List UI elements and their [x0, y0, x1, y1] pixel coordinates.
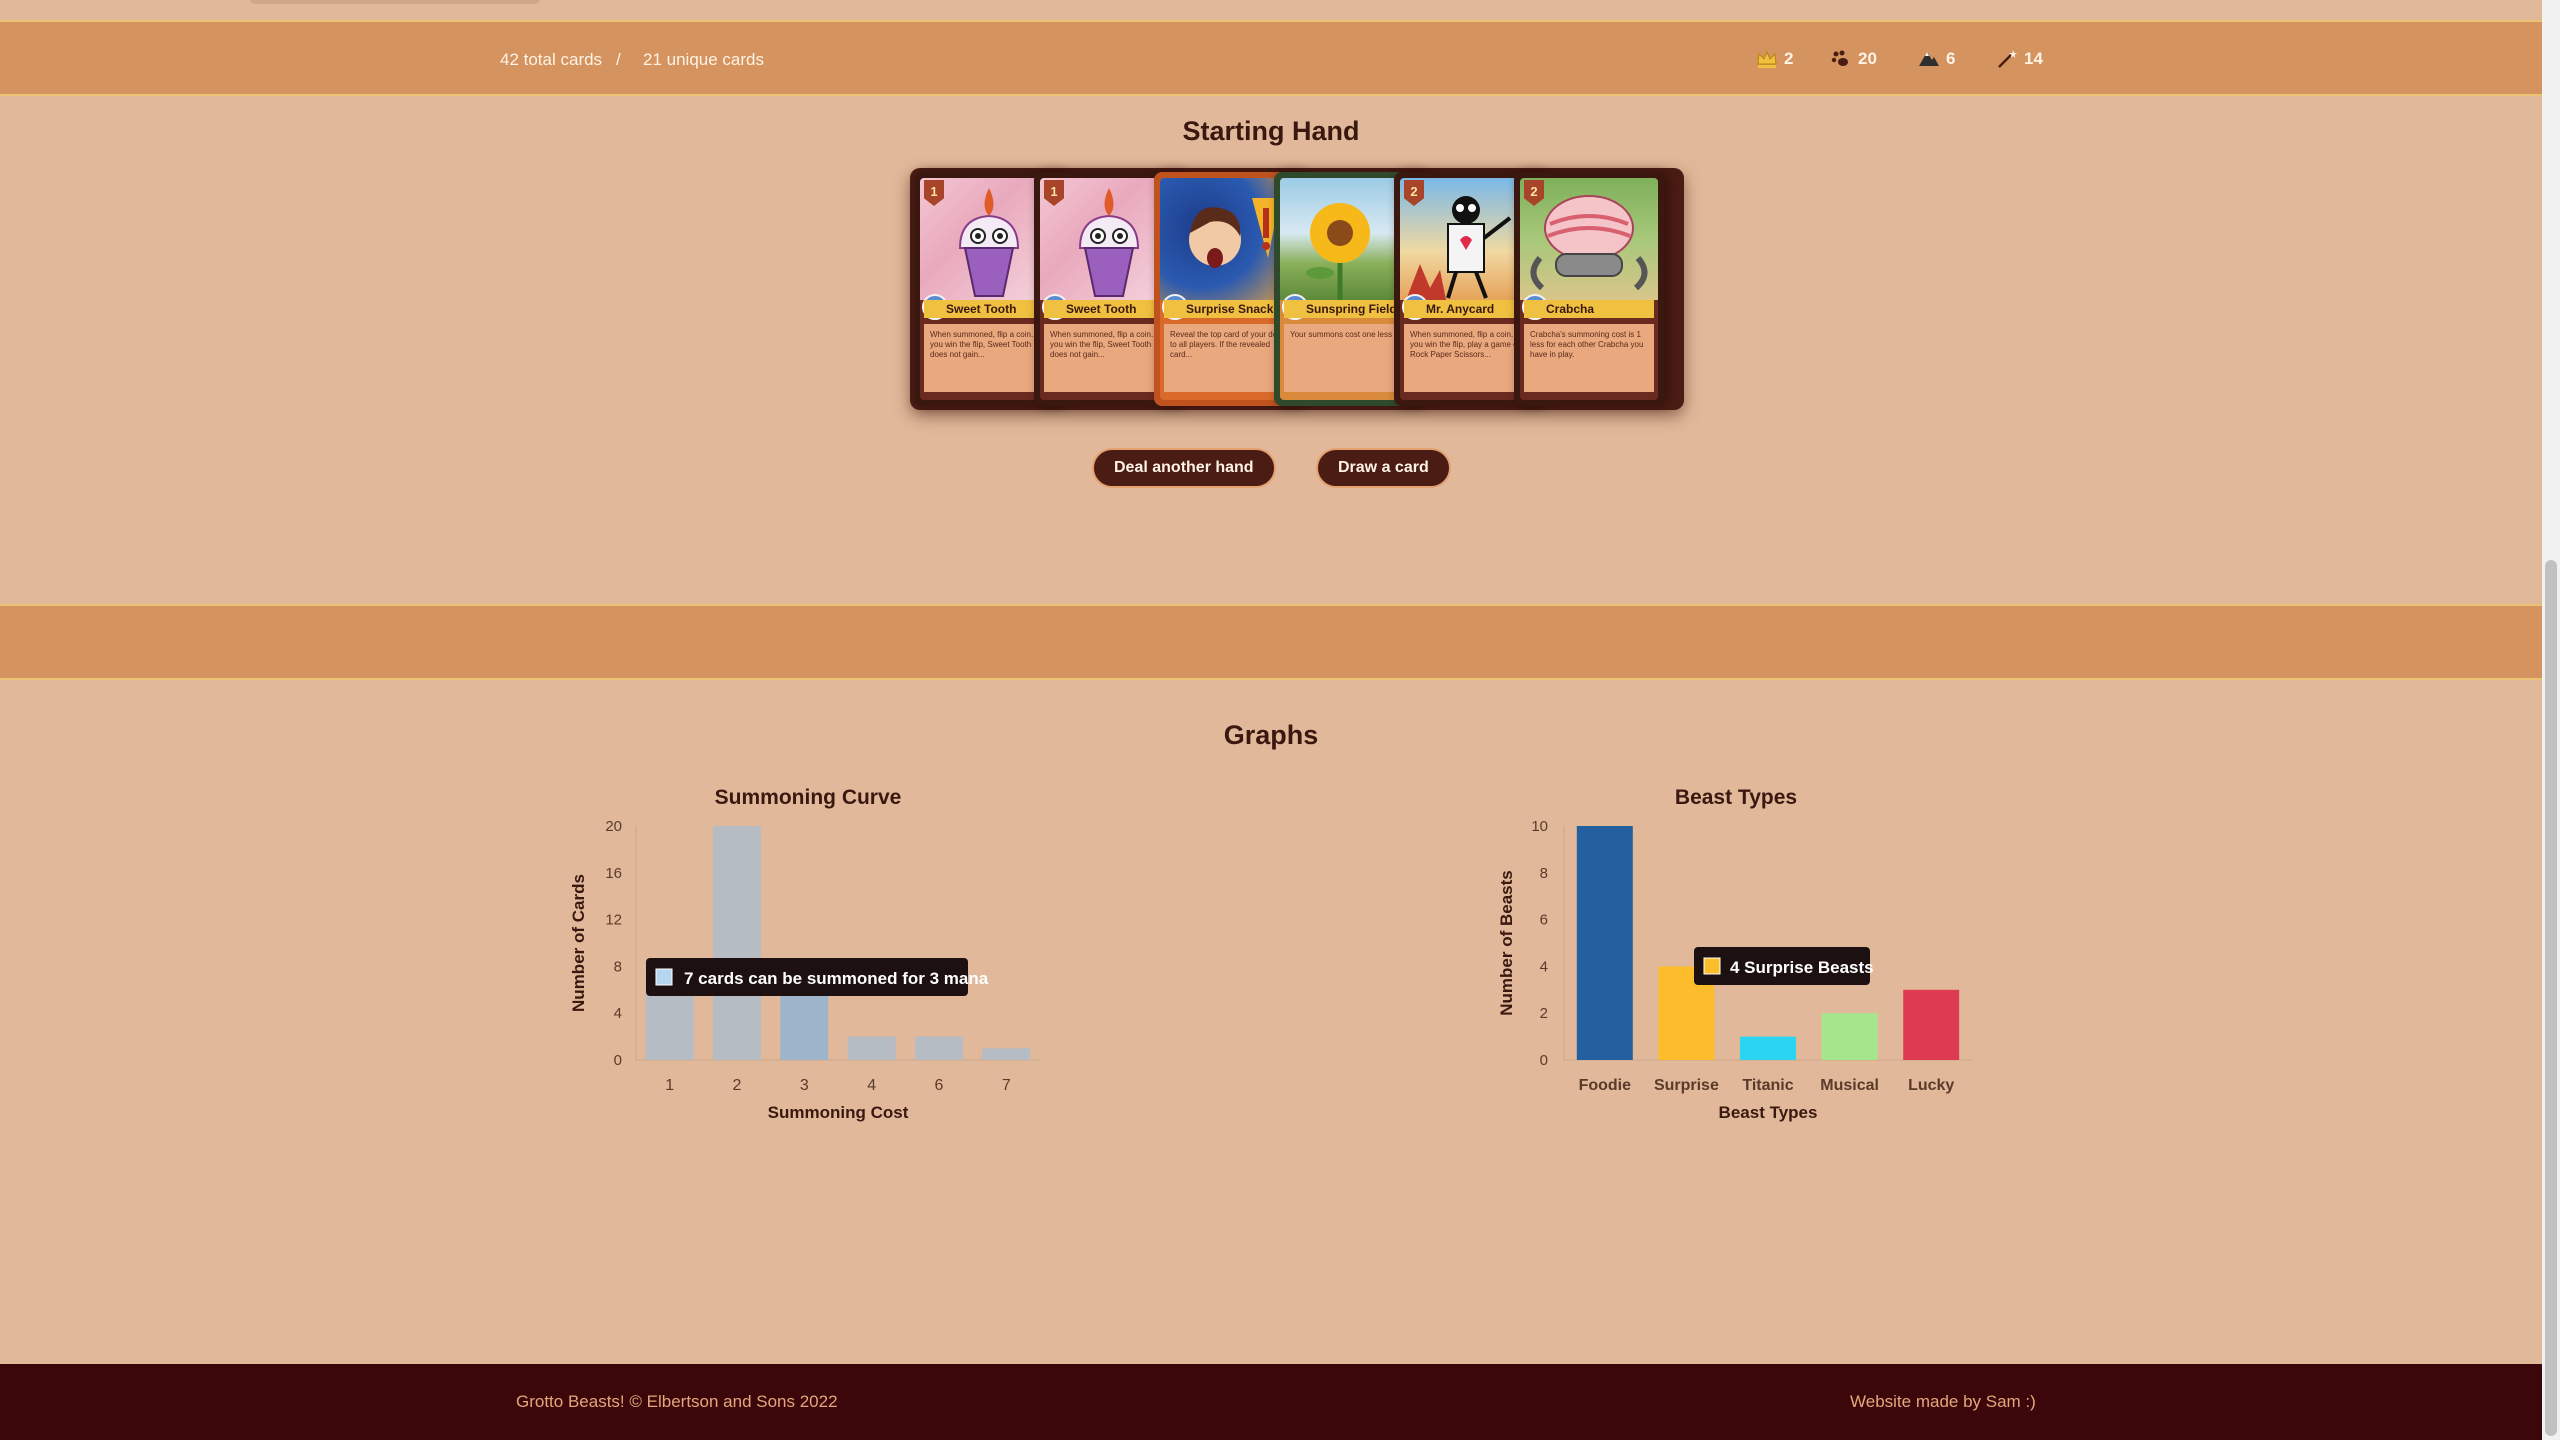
chart-bar — [1740, 1036, 1796, 1060]
chart-bar — [1821, 1013, 1878, 1060]
y-tick-label: 10 — [1531, 818, 1548, 835]
y-tick-label: 0 — [1540, 1052, 1548, 1069]
x-tick-label: Foodie — [1579, 1077, 1632, 1094]
x-tick-label: 4 — [867, 1077, 876, 1094]
y-tick-label: 0 — [614, 1052, 622, 1069]
y-axis-label: Number of Cards — [569, 874, 588, 1012]
x-tick-label: Lucky — [1908, 1077, 1954, 1094]
y-tick-label: 4 — [1540, 958, 1548, 975]
x-tick-label: 3 — [800, 1077, 809, 1094]
x-tick-label: 1 — [665, 1077, 674, 1094]
credit-text: Website made by Sam :) — [1850, 1392, 2036, 1411]
x-tick-label: 7 — [1002, 1077, 1011, 1094]
chart-bar — [982, 1048, 1031, 1060]
footer: Grotto Beasts! © Elbertson and Sons 2022… — [0, 1364, 2542, 1440]
x-axis-label: Summoning Cost — [768, 1103, 909, 1122]
scrollbar-thumb[interactable] — [2545, 560, 2557, 1436]
y-tick-label: 4 — [614, 1005, 622, 1022]
y-tick-label: 8 — [614, 958, 622, 975]
chart-bar — [915, 1036, 963, 1060]
x-axis-label: Beast Types — [1719, 1103, 1818, 1122]
copyright-text: Grotto Beasts! © Elbertson and Sons 2022 — [516, 1392, 838, 1411]
page-scrollbar[interactable] — [2542, 0, 2560, 1440]
y-tick-label: 12 — [605, 912, 622, 929]
y-axis-label: Number of Beasts — [1497, 870, 1516, 1015]
x-tick-label: 2 — [733, 1077, 742, 1094]
chart-bar — [847, 1036, 896, 1060]
y-tick-label: 8 — [1540, 865, 1548, 882]
beast-tooltip-swatch — [1703, 957, 1721, 975]
graphs-canvas: 0481216201 2 3 4 6 7Summoning CostNumber of C… — [569, 818, 1972, 1122]
beast-tooltip-text: 4 Surprise Beasts — [1730, 958, 1874, 977]
x-tick-label: Surprise — [1654, 1077, 1719, 1094]
summoning-tooltip-swatch — [655, 968, 673, 986]
x-tick-label: Titanic — [1742, 1077, 1793, 1094]
y-tick-label: 6 — [1540, 912, 1548, 929]
y-tick-label: 20 — [605, 818, 622, 835]
chart-bar — [713, 826, 761, 1060]
x-tick-label: 6 — [935, 1077, 944, 1094]
y-tick-label: 16 — [605, 865, 622, 882]
x-tick-label: Musical — [1820, 1077, 1879, 1094]
y-tick-label: 2 — [1540, 1005, 1548, 1022]
summoning-tooltip-text: 7 cards can be summoned for 3 mana — [684, 969, 989, 988]
chart-bar — [1903, 989, 1960, 1060]
chart-bar — [1576, 826, 1633, 1060]
